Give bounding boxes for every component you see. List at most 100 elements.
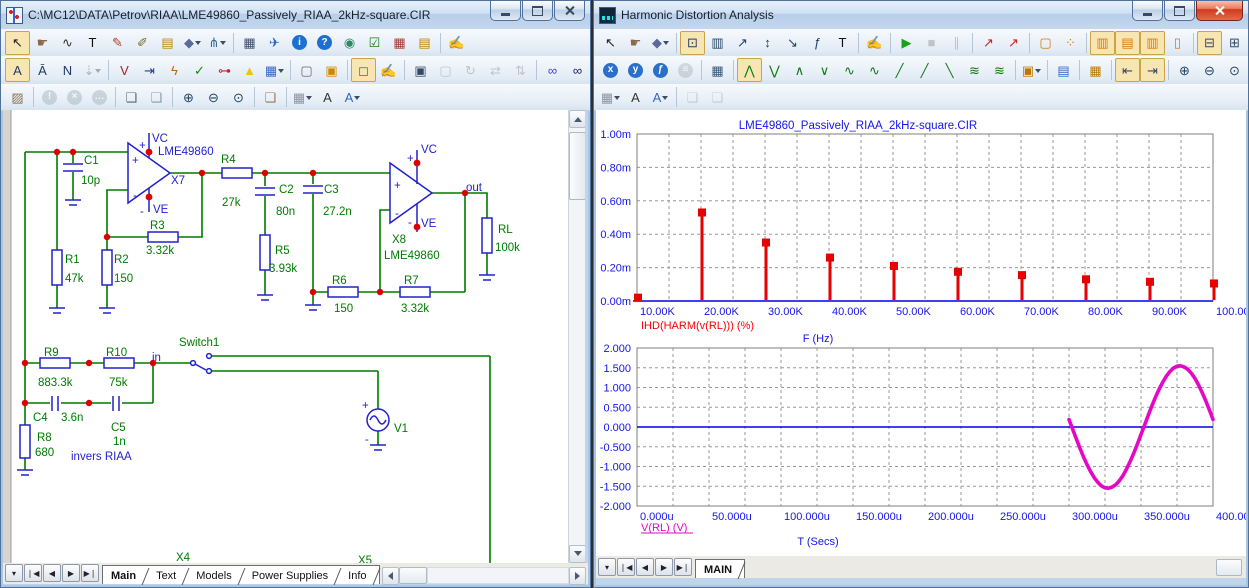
grid-toggle[interactable]: ▦ xyxy=(262,58,287,82)
scroll-right-button[interactable] xyxy=(569,567,586,585)
pause-button[interactable]: ∥ xyxy=(944,31,969,55)
axes-toggle[interactable]: ▯ xyxy=(1165,31,1190,55)
select-mode-button[interactable]: ◻ xyxy=(351,58,376,82)
formula-tag-button[interactable]: ƒ xyxy=(805,31,830,55)
attribute-value-toggle[interactable]: Ā xyxy=(30,58,55,82)
resistor-R9[interactable] xyxy=(40,358,70,368)
plots-canvas[interactable]: LME49860_Passively_RIAA_2kHz-square.CIR0… xyxy=(596,110,1246,556)
schematic-label[interactable]: VE xyxy=(421,218,437,230)
pan-tool[interactable]: ☛ xyxy=(30,31,55,55)
ruler-toggle[interactable]: ▥ xyxy=(1090,31,1115,55)
schematic-label[interactable]: 3.93k xyxy=(269,263,297,275)
schematic-label[interactable]: VC xyxy=(421,144,437,156)
schematic-label[interactable]: C2 xyxy=(279,184,294,196)
page-flip-button[interactable]: ❏ xyxy=(258,85,283,109)
vertical-tag-button[interactable]: ↕ xyxy=(755,31,780,55)
schematic-label[interactable]: 75k xyxy=(109,377,128,389)
voltage-state-toggle[interactable]: V xyxy=(112,58,137,82)
bottom-waves-button[interactable]: ≋ xyxy=(987,58,1012,82)
tab-models[interactable]: Models xyxy=(188,568,243,584)
component-grid-button[interactable]: ▦ xyxy=(237,31,262,55)
error-info-button[interactable]: ! xyxy=(37,85,62,109)
zoom-in-button[interactable]: ⊕ xyxy=(176,85,201,109)
schematic-label[interactable]: VE xyxy=(153,204,169,216)
token-toggle[interactable]: ⁘ xyxy=(1058,31,1083,55)
schematic-label[interactable]: + xyxy=(132,155,139,167)
shape-editor-button[interactable]: ▤ xyxy=(412,31,437,55)
low-button[interactable]: ∨ xyxy=(812,58,837,82)
minimize-button[interactable] xyxy=(1132,1,1163,21)
select-tool[interactable]: ↖ xyxy=(5,31,30,55)
high-button[interactable]: ∧ xyxy=(787,58,812,82)
scroll-left-button[interactable] xyxy=(382,567,399,585)
bring-front-button[interactable]: ❏ xyxy=(119,85,144,109)
resistor-R8[interactable] xyxy=(20,425,30,458)
capacitor-C1[interactable] xyxy=(63,163,83,172)
vertical-grid-toggle[interactable]: ▥ xyxy=(1140,31,1165,55)
shapes-tool[interactable]: ◆ xyxy=(648,31,673,55)
tab-main[interactable]: Main xyxy=(103,568,148,584)
schematic-canvas-area[interactable]: VCLME49860X7VE+-+-C110pR147kR2150R33.32k… xyxy=(3,110,585,563)
plot-panel[interactable]: LME49860_Passively_RIAA_2kHz-square.CIR0… xyxy=(596,110,1246,556)
edit-waveforms-button[interactable]: ▦ xyxy=(705,58,730,82)
schematic-label[interactable]: in xyxy=(152,352,161,364)
schematic-horizontal-scrollbar[interactable] xyxy=(382,567,586,584)
resistor-R6[interactable] xyxy=(328,287,358,297)
shapes-tool[interactable]: ◆ xyxy=(180,31,205,55)
node-numbers-toggle[interactable]: N xyxy=(55,58,80,82)
zoom-in-button[interactable]: ⊕ xyxy=(1172,58,1197,82)
scroll-track[interactable] xyxy=(427,567,569,584)
grid-snap-button[interactable]: ▦ xyxy=(598,85,623,109)
last-tab-button[interactable]: ▶❘ xyxy=(674,558,692,576)
schematic-label[interactable]: + xyxy=(139,140,146,152)
error-close-button[interactable]: × xyxy=(62,85,87,109)
box-select-button[interactable]: ▣ xyxy=(408,58,433,82)
scroll-thumb[interactable] xyxy=(1216,559,1242,576)
prev-tab-button[interactable]: ◀ xyxy=(43,564,61,582)
resistor-R4[interactable] xyxy=(222,168,252,178)
maximize-button[interactable] xyxy=(1164,1,1195,21)
data-points-button[interactable]: ▦ xyxy=(1083,58,1108,82)
x-axis-button[interactable]: x xyxy=(598,58,623,82)
schematic-label[interactable]: + xyxy=(407,153,414,165)
schematic-label[interactable]: 10p xyxy=(81,175,100,187)
first-tab-button[interactable]: ❘◀ xyxy=(24,564,42,582)
schematic-label[interactable]: + xyxy=(394,180,401,192)
close-button[interactable] xyxy=(554,1,585,21)
bring-front-button[interactable]: ❏ xyxy=(680,85,705,109)
enable-checkbox-button[interactable]: ☑ xyxy=(362,31,387,55)
schematic-label[interactable]: - xyxy=(365,434,369,446)
tab-info[interactable]: Info xyxy=(340,568,378,584)
find-button[interactable]: ∞ xyxy=(540,58,565,82)
send-back-button[interactable]: ❏ xyxy=(705,85,730,109)
next-tab-button[interactable]: ▶ xyxy=(62,564,80,582)
prev-tab-button[interactable]: ◀ xyxy=(636,558,654,576)
properties-button[interactable]: ✍ xyxy=(862,31,887,55)
zoom-out-button[interactable]: ⊖ xyxy=(1197,58,1222,82)
horizontal-grid-toggle[interactable]: ▤ xyxy=(1115,31,1140,55)
select-tool[interactable]: ↖ xyxy=(598,31,623,55)
schematic-label[interactable]: R6 xyxy=(332,275,347,287)
text-tool[interactable]: T xyxy=(80,31,105,55)
switch-Switch1[interactable] xyxy=(191,354,212,374)
resistor-R2[interactable] xyxy=(102,250,112,285)
scale-mode-button[interactable]: ⊡ xyxy=(680,31,705,55)
diagonal-wire-tool[interactable]: ✎ xyxy=(105,31,130,55)
font-button[interactable]: A xyxy=(623,85,648,109)
schematic-label[interactable]: LME49860 xyxy=(158,146,214,158)
resistor-RL[interactable] xyxy=(482,218,492,253)
schematic-label[interactable]: R7 xyxy=(404,275,419,287)
cursor-x-button[interactable]: ⇤ xyxy=(1115,58,1140,82)
numeric-output-button[interactable]: ▤ xyxy=(1051,58,1076,82)
design-rules-button[interactable]: ▨ xyxy=(5,85,30,109)
rotate-button[interactable]: ↻ xyxy=(458,58,483,82)
tab-menu-button[interactable]: ▾ xyxy=(5,564,23,582)
gmin-button[interactable]: ∿ xyxy=(862,58,887,82)
schematic-label[interactable]: 3.32k xyxy=(401,303,429,315)
schematic-label[interactable]: 1n xyxy=(113,436,126,448)
schematic-label[interactable]: Switch1 xyxy=(179,337,219,349)
fx-button[interactable]: ƒ xyxy=(648,58,673,82)
resistor-R10[interactable] xyxy=(104,358,134,368)
schematic-label[interactable]: 883.3k xyxy=(38,377,73,389)
menu-button[interactable]: ≡ xyxy=(673,58,698,82)
